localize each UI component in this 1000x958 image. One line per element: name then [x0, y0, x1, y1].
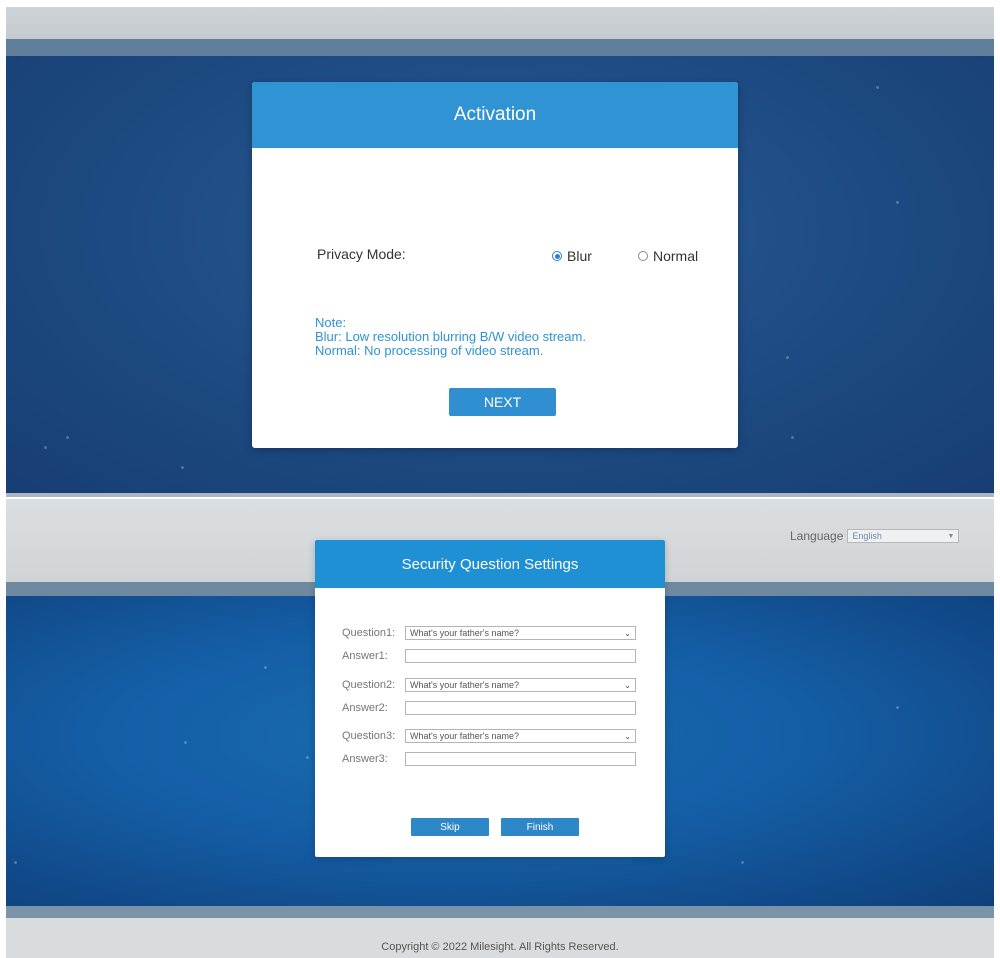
map-dot [896, 706, 899, 709]
language-dropdown[interactable]: English ▼ [847, 529, 960, 543]
copyright-text: Copyright © 2022 Milesight. All Rights R… [381, 941, 619, 953]
privacy-mode-row: Privacy Mode: Blur Normal [317, 246, 707, 266]
question2-select[interactable]: What's your father's name? ⌄ [405, 678, 636, 692]
map-dot [741, 861, 744, 864]
privacy-mode-label: Privacy Mode: [317, 246, 406, 262]
answer3-label: Answer3: [342, 753, 388, 765]
map-dot [791, 436, 794, 439]
map-dot [876, 86, 879, 89]
privacy-normal-radio[interactable]: Normal [638, 248, 698, 264]
answer3-row: Answer3: [342, 752, 636, 766]
map-dot [184, 741, 187, 744]
language-label: Language [790, 529, 844, 543]
map-dot [66, 436, 69, 439]
language-value: English [852, 531, 882, 541]
map-dot [181, 466, 184, 469]
top-header-strip [6, 39, 994, 56]
top-footer-bar [6, 493, 994, 497]
security-screenshot: Copyright © 2022 Milesight. All Rights R… [6, 499, 994, 958]
privacy-blur-label: Blur [567, 248, 592, 264]
answer2-label: Answer2: [342, 702, 388, 714]
question1-label: Question1: [342, 627, 396, 639]
question3-select[interactable]: What's your father's name? ⌄ [405, 729, 636, 743]
question3-label: Question3: [342, 730, 396, 742]
activation-dialog-header: Activation [252, 82, 738, 148]
question2-label: Question2: [342, 679, 396, 691]
security-question-dialog: Security Question Settings Question1: Wh… [315, 540, 665, 857]
answer1-input[interactable] [405, 649, 636, 663]
activation-dialog: Activation Privacy Mode: Blur Normal Not… [252, 82, 738, 448]
privacy-note: Note: Blur: Low resolution blurring B/W … [315, 316, 586, 358]
chevron-down-icon: ⌄ [624, 628, 631, 638]
map-dot [14, 861, 17, 864]
security-dialog-header: Security Question Settings [315, 540, 665, 588]
privacy-normal-label: Normal [653, 248, 699, 264]
skip-button[interactable]: Skip [411, 818, 489, 836]
question1-row: Question1: What's your father's name? ⌄ [342, 626, 636, 640]
map-dot [896, 201, 899, 204]
chevron-down-icon: ⌄ [624, 731, 631, 741]
activation-title: Activation [453, 104, 537, 125]
next-button[interactable]: NEXT [449, 388, 556, 416]
note-blur-line: Blur: Low resolution blurring B/W video … [315, 329, 586, 344]
question3-value: What's your father's name? [410, 731, 519, 741]
dropdown-arrow-icon: ▼ [947, 532, 955, 540]
answer2-row: Answer2: [342, 701, 636, 715]
privacy-blur-radio[interactable]: Blur [552, 248, 592, 264]
language-selector: Language English ▼ [790, 529, 960, 543]
finish-button[interactable]: Finish [501, 818, 579, 836]
answer2-input[interactable] [405, 701, 636, 715]
bottom-footer-strip [6, 906, 994, 918]
answer3-input[interactable] [405, 752, 636, 766]
chevron-down-icon: ⌄ [624, 680, 631, 690]
answer1-label: Answer1: [342, 650, 388, 662]
activation-screenshot: Activation Privacy Mode: Blur Normal Not… [6, 7, 994, 497]
map-dot [44, 446, 47, 449]
map-dot [786, 356, 789, 359]
radio-checked-icon[interactable] [552, 251, 562, 261]
note-normal-line: Normal: No processing of video stream. [315, 343, 544, 358]
question3-row: Question3: What's your father's name? ⌄ [342, 729, 636, 743]
question2-value: What's your father's name? [410, 680, 519, 690]
top-header-bar [6, 7, 994, 39]
security-title: Security Question Settings [401, 555, 579, 573]
note-heading: Note: [315, 315, 347, 330]
answer1-row: Answer1: [342, 649, 636, 663]
question2-row: Question2: What's your father's name? ⌄ [342, 678, 636, 692]
question1-value: What's your father's name? [410, 628, 519, 638]
question1-select[interactable]: What's your father's name? ⌄ [405, 626, 636, 640]
radio-unchecked-icon[interactable] [638, 251, 648, 261]
map-dot [264, 666, 267, 669]
map-dot [306, 756, 309, 759]
